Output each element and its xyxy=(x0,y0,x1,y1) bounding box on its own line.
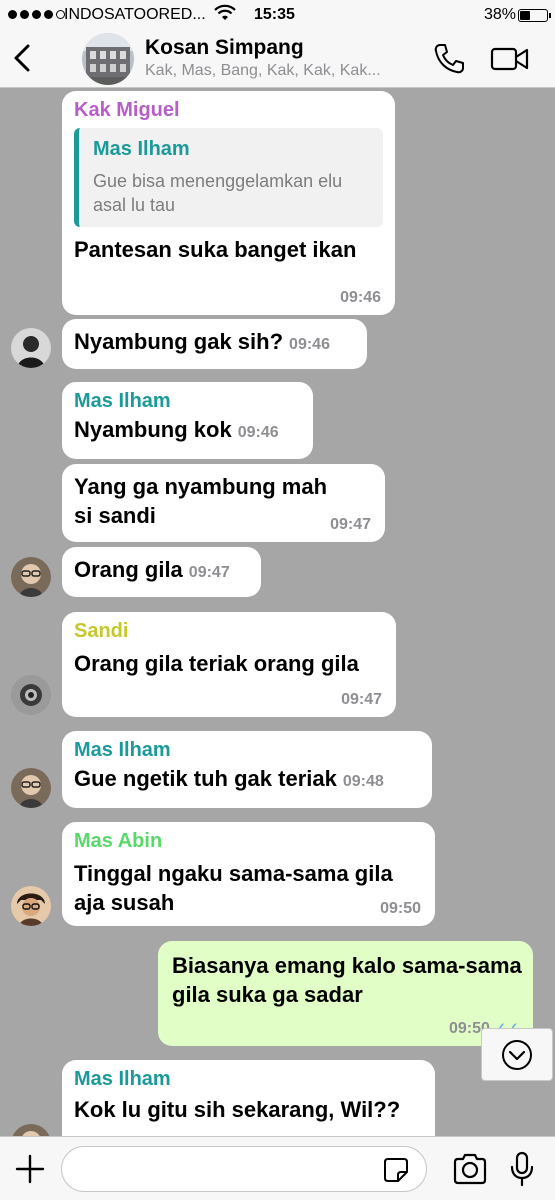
message-text: Nyambung gak sih? xyxy=(74,329,284,354)
microphone-icon[interactable] xyxy=(508,1151,536,1187)
sender-name: Mas Ilham xyxy=(74,1068,171,1090)
group-title[interactable]: Kosan Simpang xyxy=(145,36,304,60)
message-text: Gue ngetik tuh gak teriak xyxy=(74,766,337,791)
phone-icon[interactable] xyxy=(432,42,466,76)
chevron-left-icon[interactable] xyxy=(8,38,38,78)
sender-name: Mas Ilham xyxy=(74,739,171,761)
message-bubble[interactable]: Kak Miguel Mas Ilham Gue bisa menenggela… xyxy=(62,91,395,315)
scroll-to-bottom-button[interactable] xyxy=(481,1028,553,1081)
message-text: Yang ga nyambung mah si sandi xyxy=(74,474,328,528)
message-text: Orang gila teriak orang gila xyxy=(74,651,359,676)
sticker-icon[interactable] xyxy=(383,1157,409,1183)
plus-icon[interactable] xyxy=(14,1153,46,1185)
chevron-down-circle-icon xyxy=(502,1039,532,1070)
quoted-text: Gue bisa menenggelamkan elu asal lu tau xyxy=(93,171,343,215)
message-input[interactable] xyxy=(61,1146,427,1192)
message-time: 09:48 xyxy=(342,773,384,790)
avatar[interactable] xyxy=(11,886,51,926)
camera-icon[interactable] xyxy=(452,1153,488,1185)
message-bubble[interactable]: Sandi Orang gila teriak orang gila 09:47 xyxy=(62,612,396,717)
avatar[interactable] xyxy=(11,768,51,808)
message-time: 09:47 xyxy=(188,564,230,581)
message-text: Biasanya emang kalo sama-sama gila suka … xyxy=(172,953,522,1007)
chat-header: Kosan Simpang Kak, Mas, Bang, Kak, Kak, … xyxy=(0,30,555,88)
sender-name: Mas Abin xyxy=(74,830,163,852)
battery-percentage: 38% xyxy=(484,6,517,23)
avatar[interactable] xyxy=(11,557,51,597)
message-bubble[interactable]: Yang ga nyambung mah si sandi 09:47 xyxy=(62,464,385,542)
chat-area[interactable]: Kak Miguel Mas Ilham Gue bisa menenggela… xyxy=(0,88,555,1136)
message-text: Orang gila xyxy=(74,557,183,582)
quoted-message[interactable]: Mas Ilham Gue bisa menenggelamkan elu as… xyxy=(74,128,383,227)
message-time: 09:46 xyxy=(340,289,381,306)
message-text: Tinggal ngaku sama-sama gila aja susah xyxy=(74,861,393,915)
message-text: Nyambung kok xyxy=(74,417,232,442)
message-time: 09:47 xyxy=(330,516,371,533)
message-bubble[interactable]: Orang gila 09:47 xyxy=(62,547,261,597)
carrier-name: INDOSATOORED... xyxy=(64,6,206,23)
message-bubble[interactable]: Nyambung gak sih? 09:46 xyxy=(62,319,367,369)
avatar[interactable] xyxy=(11,1124,51,1136)
message-input-bar xyxy=(0,1136,555,1200)
battery-icon xyxy=(518,9,551,22)
clock: 15:35 xyxy=(254,6,295,23)
sender-name: Kak Miguel xyxy=(74,99,180,121)
message-bubble[interactable]: Mas Ilham Kok lu gitu sih sekarang, Wil?… xyxy=(62,1060,435,1136)
message-bubble[interactable]: Mas Abin Tinggal ngaku sama-sama gila aj… xyxy=(62,822,435,926)
message-bubble[interactable]: Mas Ilham Gue ngetik tuh gak teriak 09:48 xyxy=(62,731,432,808)
outgoing-message-bubble[interactable]: Biasanya emang kalo sama-sama gila suka … xyxy=(158,941,533,1046)
avatar[interactable] xyxy=(11,675,51,715)
group-avatar[interactable] xyxy=(82,33,134,85)
sender-name: Sandi xyxy=(74,620,129,642)
video-camera-icon[interactable] xyxy=(490,44,530,74)
message-time: 09:50 xyxy=(380,900,421,917)
sender-name: Mas Ilham xyxy=(74,390,171,412)
avatar[interactable] xyxy=(11,328,51,368)
message-time: 09:47 xyxy=(341,691,382,708)
message-bubble[interactable]: Mas Ilham Nyambung kok 09:46 xyxy=(62,382,313,459)
message-text: Pantesan suka banget ikan xyxy=(74,237,357,262)
quoted-sender-name: Mas Ilham xyxy=(93,138,190,160)
message-text: Kok lu gitu sih sekarang, Wil?? xyxy=(74,1097,401,1122)
signal-strength-icon xyxy=(8,10,65,19)
group-members[interactable]: Kak, Mas, Bang, Kak, Kak, Kak... xyxy=(145,62,425,80)
status-bar: INDOSATOORED... 15:35 38% xyxy=(0,0,555,30)
message-time: 09:46 xyxy=(237,424,279,441)
message-time: 09:46 xyxy=(289,336,330,353)
wifi-icon xyxy=(214,4,236,20)
